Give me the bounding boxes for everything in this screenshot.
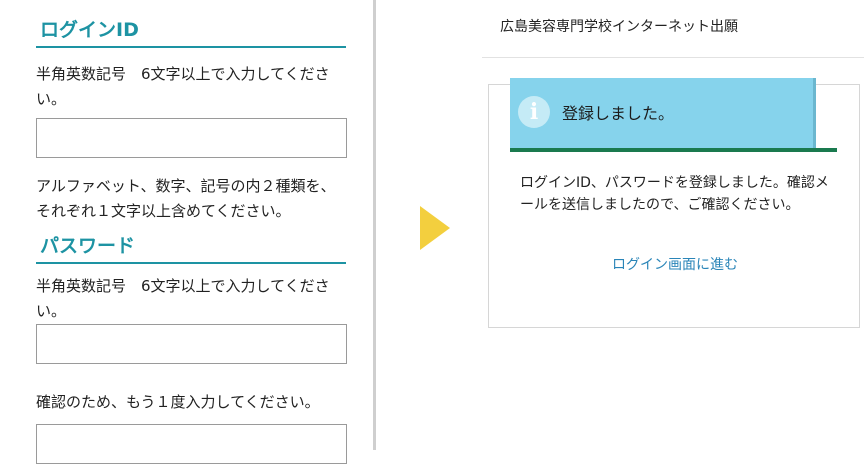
info-icon: i	[518, 96, 550, 128]
login-id-note: アルファベット、数字、記号の内２種類を、それぞれ１文字以上含めてください。	[36, 177, 336, 220]
password-confirm-instruction: 確認のため、もう１度入力してください。	[36, 393, 320, 411]
toast-underline	[510, 148, 837, 152]
toast-message: 登録しました。	[562, 104, 675, 123]
registration-form-panel: ログインID 半角英数記号 6文字以上で入力してください。 アルファベット、数字…	[0, 0, 376, 464]
panel-divider	[373, 0, 376, 450]
success-toast: i 登録しました。	[510, 78, 816, 148]
password-input[interactable]	[36, 324, 347, 364]
site-header: 広島美容専門学校インターネット出願	[482, 0, 864, 58]
registration-complete-panel: 広島美容専門学校インターネット出願 i 登録しました。 ログインID、パスワード…	[482, 0, 864, 450]
next-step-arrow-icon	[420, 206, 450, 250]
confirmation-message: ログインID、パスワードを登録しました。確認メールを送信しましたので、ご確認くだ…	[520, 175, 829, 213]
site-title: 広島美容専門学校インターネット出願	[500, 19, 738, 35]
login-id-heading: ログインID	[36, 18, 346, 48]
password-confirm-input[interactable]	[36, 424, 347, 464]
login-id-input[interactable]	[36, 118, 347, 158]
login-id-instruction: 半角英数記号 6文字以上で入力してください。	[36, 65, 330, 108]
password-instruction: 半角英数記号 6文字以上で入力してください。	[36, 277, 330, 320]
password-heading: パスワード	[36, 234, 346, 264]
go-to-login-link[interactable]: ログイン画面に進む	[612, 254, 738, 274]
